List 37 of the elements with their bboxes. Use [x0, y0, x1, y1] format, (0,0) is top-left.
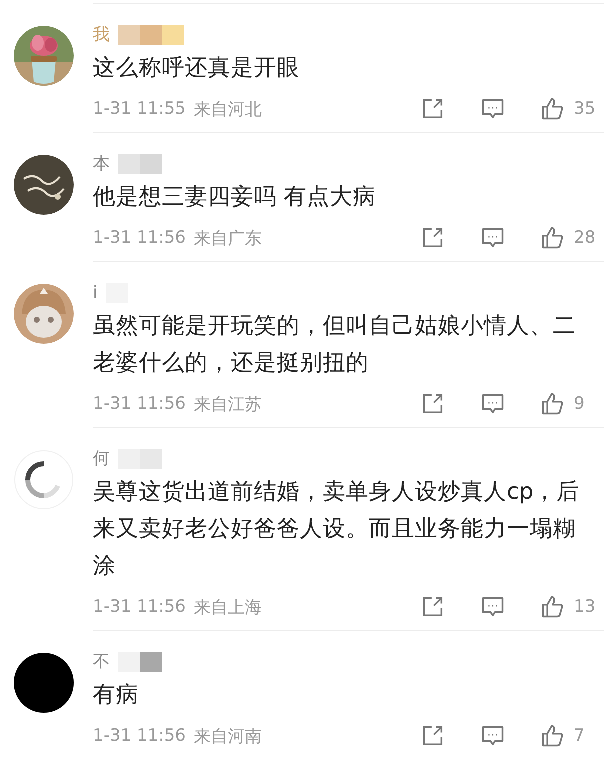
comment-time: 1-31 11:56: [93, 726, 186, 746]
comment-location: 来自江苏: [194, 394, 262, 416]
username[interactable]: 不: [93, 651, 110, 673]
blur-patch: [118, 154, 140, 174]
comment-text: 这么称呼还真是开眼: [93, 54, 301, 83]
comment-time: 1-31 11:56: [93, 597, 186, 617]
comment-text: 吴尊这货出道前结婚，卖单身人设炒真人cp，后来又卖好老公好爸爸人设。而且业务能力一塌糊涂: [93, 478, 581, 581]
comment-text: 虽然可能是开玩笑的，但叫自己姑娘小情人、二老婆什么的，还是挺别扭的: [93, 312, 577, 378]
comment-time: 1-31 11:56: [93, 394, 186, 414]
like-count: 7: [574, 726, 586, 746]
comment-location: 来自河南: [194, 726, 262, 748]
like-icon[interactable]: [540, 391, 566, 417]
like-count: 13: [574, 597, 597, 617]
comment-text: 有病: [93, 681, 140, 710]
comment-text: 他是想三妻四妾吗 有点大病: [93, 183, 378, 212]
like-count: 35: [574, 99, 597, 119]
blur-patch: [162, 25, 184, 45]
like-count: 28: [574, 228, 597, 248]
comment-time: 1-31 11:56: [93, 228, 186, 248]
username[interactable]: 何: [93, 448, 110, 470]
like-icon[interactable]: [540, 594, 566, 620]
username[interactable]: i: [93, 282, 98, 304]
comment-location: 来自河北: [194, 98, 262, 120]
like-icon[interactable]: [540, 723, 566, 749]
blur-patch: [118, 652, 140, 672]
like-icon[interactable]: [540, 225, 566, 251]
comment-location: 来自广东: [194, 228, 262, 250]
like-count: 9: [574, 394, 586, 414]
username[interactable]: 我: [93, 24, 110, 46]
username[interactable]: 本: [93, 153, 110, 175]
like-icon[interactable]: [540, 96, 566, 122]
blur-patch: [118, 25, 140, 45]
comment-time: 1-31 11:55: [93, 99, 186, 119]
blur-patch: [140, 154, 162, 174]
comment-location: 来自上海: [194, 596, 262, 618]
blur-patch: [140, 25, 162, 45]
blur-patch: [140, 652, 162, 672]
